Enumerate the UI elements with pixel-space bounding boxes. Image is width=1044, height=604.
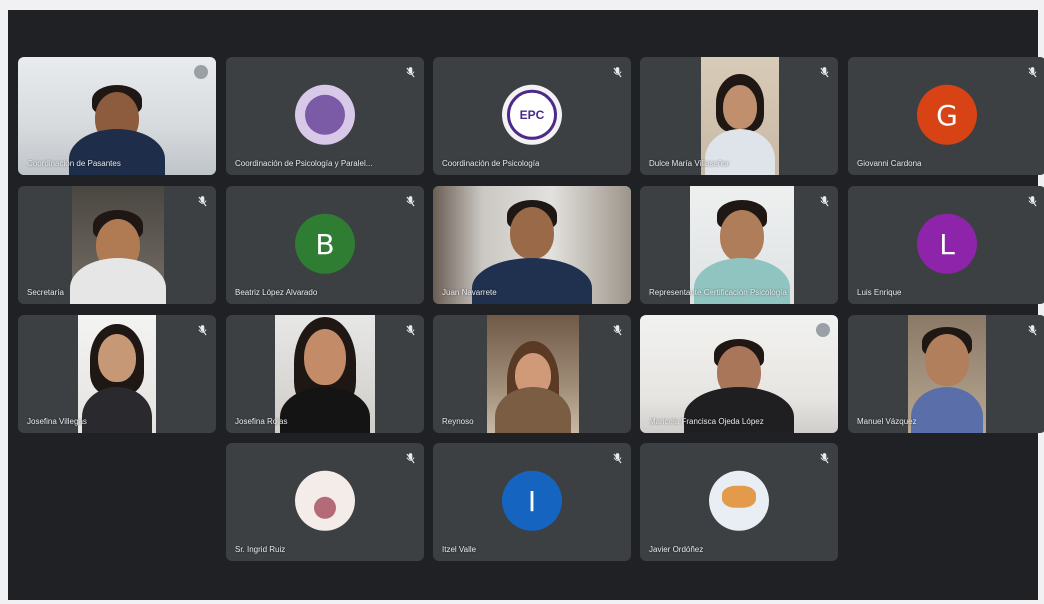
participant-name: Giovanni Cardona [857, 159, 922, 168]
mic-off-icon [1026, 65, 1038, 79]
participant-tile-active-speaker[interactable]: Juan Navarrete [433, 186, 631, 304]
participant-video [640, 315, 838, 433]
participant-name: Coordinación de Pasantes [27, 159, 121, 168]
participant-name: Representante Certificación Psicología [649, 288, 787, 297]
participant-tile[interactable]: Secretaría [18, 186, 216, 304]
participant-tile[interactable]: Reynoso [433, 315, 631, 433]
profile-image [295, 470, 355, 531]
participant-name: Juan Navarrete [442, 288, 497, 297]
participant-video [908, 315, 986, 433]
participant-tile[interactable]: Josefina Rojas [226, 315, 424, 433]
logo-image [295, 84, 355, 145]
avatar: I [502, 470, 562, 531]
mic-off-icon [404, 323, 416, 337]
participant-tile[interactable]: Maricela Francisca Ojeda López [640, 315, 838, 433]
mic-off-icon [611, 451, 623, 465]
participant-name: Beatriz López Alvarado [235, 288, 318, 297]
participant-name: Sr. Ingrid Ruiz [235, 545, 286, 554]
mic-off-icon [611, 65, 623, 79]
participant-video [275, 315, 375, 433]
mic-off-icon [404, 194, 416, 208]
participant-tile[interactable]: Josefina Villegas [18, 315, 216, 433]
profile-image [709, 470, 769, 531]
participant-video [690, 186, 794, 304]
participant-tile[interactable]: Dulce María Villaseñor [640, 57, 838, 175]
participant-tile[interactable]: Javier Ordóñez [640, 443, 838, 561]
participant-name: Javier Ordóñez [649, 545, 704, 554]
participant-name: Dulce María Villaseñor [649, 159, 730, 168]
meeting-grid: Coordinación de Pasantes Coordinación de… [8, 10, 1044, 600]
participant-video [18, 57, 216, 175]
participant-tile[interactable]: L Luis Enrique [848, 186, 1044, 304]
participant-video [433, 186, 631, 304]
participant-tile[interactable]: I Itzel Valle [433, 443, 631, 561]
mic-off-icon [196, 194, 208, 208]
avatar: B [295, 213, 355, 274]
mic-off-icon [611, 323, 623, 337]
participant-name: Josefina Rojas [235, 417, 288, 426]
logo-image: EPC [502, 84, 562, 145]
mic-icon [194, 65, 208, 79]
mic-off-icon [1026, 194, 1038, 208]
participant-name: Maricela Francisca Ojeda López [649, 417, 764, 426]
participant-name: Josefina Villegas [27, 417, 87, 426]
participant-name: Itzel Valle [442, 545, 477, 554]
mic-off-icon [196, 323, 208, 337]
participant-tile[interactable]: Representante Certificación Psicología [640, 186, 838, 304]
mic-off-icon [818, 65, 830, 79]
participant-video [701, 57, 779, 175]
participant-tile[interactable]: EPC Coordinación de Psicología [433, 57, 631, 175]
participant-name: Luis Enrique [857, 288, 902, 297]
participant-tile[interactable]: Coordinación de Psicología y Paralel... [226, 57, 424, 175]
participant-tile[interactable]: Sr. Ingrid Ruiz [226, 443, 424, 561]
mic-off-icon [404, 451, 416, 465]
participant-tile[interactable]: Manuel Vázquez [848, 315, 1044, 433]
participant-video [487, 315, 579, 433]
avatar: L [917, 213, 977, 274]
participant-video [70, 186, 166, 304]
participant-name: Reynoso [442, 417, 474, 426]
avatar: G [917, 84, 977, 145]
logo-text: EPC [519, 107, 545, 122]
participant-name: Coordinación de Psicología y Paralel... [235, 159, 373, 168]
participant-name: Manuel Vázquez [857, 417, 917, 426]
mic-off-icon [818, 194, 830, 208]
participant-tile[interactable]: Coordinación de Pasantes [18, 57, 216, 175]
participant-tile[interactable]: B Beatriz López Alvarado [226, 186, 424, 304]
mic-off-icon [404, 65, 416, 79]
participant-name: Secretaría [27, 288, 64, 297]
mic-off-icon [1026, 323, 1038, 337]
participant-name: Coordinación de Psicología [442, 159, 540, 168]
participant-tile[interactable]: G Giovanni Cardona [848, 57, 1044, 175]
mic-off-icon [818, 451, 830, 465]
mic-icon [816, 323, 830, 337]
participant-video [78, 315, 156, 433]
